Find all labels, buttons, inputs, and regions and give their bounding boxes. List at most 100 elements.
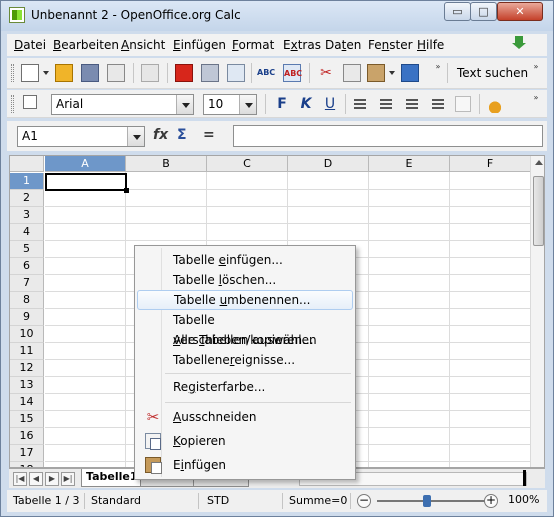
- column-header-c[interactable]: C: [207, 156, 288, 172]
- open-folder-icon[interactable]: [55, 64, 73, 82]
- row-header-5[interactable]: 5: [10, 241, 44, 258]
- copy-icon[interactable]: [343, 64, 361, 82]
- cut-icon[interactable]: ✂: [317, 64, 335, 82]
- zoom-in-button[interactable]: +: [484, 494, 498, 508]
- row-header-15[interactable]: 15: [10, 411, 44, 428]
- align-right-icon[interactable]: [406, 99, 418, 109]
- menu-extras[interactable]: Extras: [283, 38, 321, 52]
- menu-ansicht[interactable]: Ansicht: [121, 38, 165, 52]
- merge-cells-icon[interactable]: [455, 96, 471, 112]
- sum-button[interactable]: Σ: [177, 127, 187, 143]
- ctx-sheet-events[interactable]: Tabellenereignisse...: [137, 350, 353, 370]
- menu-datei[interactable]: Datei: [14, 38, 46, 52]
- ctx-move-copy-sheet[interactable]: Tabelle verschieben/kopieren...: [137, 310, 353, 347]
- minimize-button[interactable]: ▭: [444, 2, 471, 21]
- column-header-b[interactable]: B: [126, 156, 207, 172]
- toolbar-grip[interactable]: [11, 95, 14, 113]
- column-header-a[interactable]: A: [45, 156, 126, 172]
- maximize-button[interactable]: □: [470, 2, 497, 21]
- row-header-7[interactable]: 7: [10, 275, 44, 292]
- print-icon[interactable]: [201, 64, 219, 82]
- vertical-scroll-thumb[interactable]: [533, 176, 544, 246]
- first-sheet-button[interactable]: |◀: [13, 472, 27, 486]
- format-overflow-icon[interactable]: »: [531, 93, 541, 115]
- page-preview-icon[interactable]: [227, 64, 245, 82]
- toolbar-overflow-icon[interactable]: »: [433, 62, 443, 84]
- auto-spellcheck-icon[interactable]: ABC: [283, 64, 302, 82]
- function-wizard-button[interactable]: fx: [153, 127, 168, 143]
- menu-einfuegen[interactable]: Einfügen: [173, 38, 226, 52]
- currency-format-icon[interactable]: [487, 95, 503, 113]
- menu-fenster[interactable]: Fenster: [368, 38, 413, 52]
- paste-icon[interactable]: [367, 64, 385, 82]
- row-header-12[interactable]: 12: [10, 360, 44, 377]
- ctx-paste[interactable]: Einfügen: [137, 455, 353, 475]
- next-sheet-button[interactable]: ▶: [45, 472, 59, 486]
- tab-split-handle[interactable]: [523, 470, 526, 486]
- find-text-label[interactable]: Text suchen: [457, 66, 528, 80]
- email-document-icon[interactable]: [107, 64, 125, 82]
- column-header-e[interactable]: E: [369, 156, 450, 172]
- zoom-out-button[interactable]: −: [357, 494, 371, 508]
- row-header-9[interactable]: 9: [10, 309, 44, 326]
- zoom-slider-thumb[interactable]: [423, 495, 431, 507]
- row-header-11[interactable]: 11: [10, 343, 44, 360]
- chevron-down-icon[interactable]: [239, 95, 256, 114]
- sum-status[interactable]: Summe=0: [285, 493, 351, 509]
- ctx-select-all-sheets[interactable]: Alle Tabellen auswählen: [137, 330, 353, 350]
- select-all-corner[interactable]: [10, 156, 44, 172]
- row-header-6[interactable]: 6: [10, 258, 44, 275]
- column-header-d[interactable]: D: [288, 156, 369, 172]
- spellcheck-icon[interactable]: ABC: [257, 64, 275, 82]
- row-header-10[interactable]: 10: [10, 326, 44, 343]
- find-overflow-icon[interactable]: »: [531, 62, 541, 84]
- format-paintbrush-icon[interactable]: [401, 64, 419, 82]
- save-icon[interactable]: [81, 64, 99, 82]
- row-header-1[interactable]: 1: [10, 173, 44, 190]
- name-box[interactable]: A1: [17, 126, 145, 147]
- ctx-delete-sheet[interactable]: Tabelle löschen...: [137, 270, 353, 290]
- menu-format[interactable]: Format: [232, 38, 274, 52]
- row-header-16[interactable]: 16: [10, 428, 44, 445]
- page-style-status[interactable]: Standard: [87, 493, 199, 509]
- row-header-3[interactable]: 3: [10, 207, 44, 224]
- row-header-17[interactable]: 17: [10, 445, 44, 462]
- underline-button[interactable]: U: [321, 95, 339, 113]
- zoom-level[interactable]: 100%: [508, 493, 539, 506]
- row-header-2[interactable]: 2: [10, 190, 44, 207]
- ctx-copy[interactable]: Kopieren: [137, 431, 353, 451]
- sheet-position-status[interactable]: Tabelle 1 / 3: [9, 493, 85, 509]
- download-update-icon[interactable]: [511, 36, 527, 52]
- edit-file-icon[interactable]: [141, 64, 159, 82]
- new-dropdown-icon[interactable]: [43, 71, 49, 75]
- menu-hilfe[interactable]: Hilfe: [417, 38, 444, 52]
- last-sheet-button[interactable]: ▶|: [61, 472, 75, 486]
- toolbar-grip[interactable]: [11, 64, 14, 82]
- export-pdf-icon[interactable]: [175, 64, 193, 82]
- new-document-icon[interactable]: [21, 64, 39, 82]
- zoom-slider[interactable]: [377, 500, 487, 502]
- ctx-tab-color[interactable]: Registerfarbe...: [137, 377, 353, 397]
- align-center-icon[interactable]: [380, 99, 392, 109]
- italic-button[interactable]: K: [297, 95, 315, 113]
- row-header-13[interactable]: 13: [10, 377, 44, 394]
- menu-daten[interactable]: Daten: [325, 38, 361, 52]
- previous-sheet-button[interactable]: ◀: [29, 472, 43, 486]
- paste-dropdown-icon[interactable]: [389, 71, 395, 75]
- row-header-4[interactable]: 4: [10, 224, 44, 241]
- formula-input[interactable]: [233, 125, 543, 147]
- ctx-insert-sheet[interactable]: Tabelle einfügen...: [137, 250, 353, 270]
- selection-mode-status[interactable]: STD: [203, 493, 283, 509]
- vertical-scrollbar[interactable]: [530, 156, 544, 467]
- bold-button[interactable]: F: [273, 95, 291, 113]
- ctx-cut[interactable]: ✂ Ausschneiden: [137, 407, 353, 427]
- ctx-rename-sheet[interactable]: Tabelle umbenennen...: [137, 290, 353, 310]
- sheet-tab-tabelle1[interactable]: Tabelle1: [81, 469, 141, 487]
- chevron-down-icon[interactable]: [176, 95, 193, 114]
- chevron-down-icon[interactable]: [127, 127, 144, 146]
- function-button[interactable]: =: [203, 127, 215, 143]
- close-button[interactable]: ✕: [497, 2, 543, 21]
- font-size-select[interactable]: 10: [203, 94, 257, 115]
- font-name-select[interactable]: Arial: [51, 94, 194, 115]
- column-header-f[interactable]: F: [450, 156, 531, 172]
